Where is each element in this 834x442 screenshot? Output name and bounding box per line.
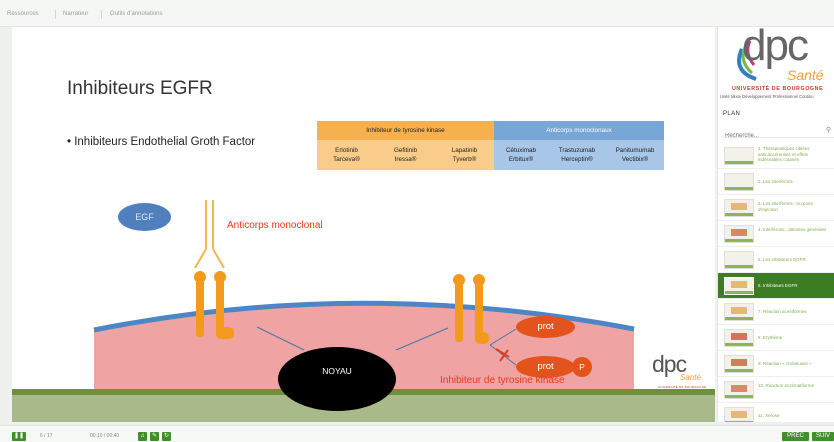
plan-item-thumbnail [724, 225, 754, 243]
volume-button[interactable]: ♫ [138, 432, 147, 441]
search-icon[interactable]: ⚲ [826, 126, 831, 134]
plan-item-thumbnail [724, 173, 754, 191]
sidebar: dpc Santé UNIVERSITÉ DE BOURGOGNE Unité … [717, 27, 834, 422]
nucleus: NOYAU [278, 347, 396, 411]
plan-item[interactable]: 4. Interférons : atteintes générales [718, 221, 834, 247]
antibody-arm [212, 248, 225, 269]
tab-divider [101, 10, 102, 19]
plan-item[interactable]: 5. Les inhibiteurs EGFR [718, 247, 834, 273]
pause-icon: ❚❚ [13, 433, 25, 439]
brand-logo: dpc Santé UNIVERSITÉ DE BOURGOGNE Unité … [718, 27, 834, 105]
time-readout: 00:10 / 00:40 [90, 433, 120, 439]
top-toolbar: Ressources Narrateur Outils d'annotation… [0, 0, 834, 27]
plan-item[interactable]: 3. Les interférons : Au point d'injectio… [718, 195, 834, 221]
plan-item-thumbnail [724, 251, 754, 269]
prot-bubble: prot [516, 316, 575, 338]
search-input[interactable] [723, 131, 817, 141]
plan-item-label: 11. Xérose [758, 413, 780, 418]
inhibitor-label: Inhibiteur de tyrosine kinase [440, 375, 565, 386]
search-box: ⚲ [723, 124, 834, 141]
nucleus-label: NOYAU [322, 366, 352, 376]
plan-item[interactable]: 2. Les interférons [718, 169, 834, 195]
replay-icon: ↻ [163, 433, 170, 439]
plan-item-thumbnail [724, 147, 754, 165]
plan-item-thumbnail [724, 199, 754, 217]
plan-item-label: 3. Les interférons : Au point d'injectio… [758, 201, 813, 212]
subtitles-icon: ✎ [151, 433, 158, 439]
plan-item[interactable]: 11. Xérose [718, 403, 834, 422]
plan-item-thumbnail [724, 381, 754, 399]
anticorps-label: Anticorps monoclonal [227, 220, 323, 231]
plan-item-label: 4. Interférons : atteintes générales [758, 227, 827, 232]
plan-item-label: 6. Inhibiteurs EGFR [758, 283, 798, 288]
plan-item-thumbnail [724, 303, 754, 321]
plan-item[interactable]: 7. Réaction acnéiformes [718, 299, 834, 325]
logo-subtitle: Unité Mixte Développement Professionnel … [720, 94, 814, 99]
plan-item[interactable]: 8. Erythème [718, 325, 834, 351]
logo-dpc: dpc [742, 27, 809, 70]
subtitles-button[interactable]: ✎ [150, 432, 159, 441]
slide-logo: dpc Santé UNIVERSITÉ DE BOURGOGNE [648, 351, 710, 401]
plan-item-label: 9. Réaction « croûteuses » [758, 361, 812, 366]
plan-item-label: 10. Réaction eczématiforme [758, 383, 815, 388]
antibody-arm [194, 248, 207, 269]
slide-logo-ub: UNIVERSITÉ DE BOURGOGNE [658, 385, 707, 389]
plan-item[interactable]: 10. Réaction eczématiforme [718, 377, 834, 403]
plan-item-label: 5. Les inhibiteurs EGFR [758, 257, 806, 262]
plan-item[interactable]: 1. Thérapeutiques ciblées anticancéreuse… [718, 143, 834, 169]
prev-button[interactable]: PRÉC [782, 432, 809, 441]
plan-item-thumbnail [724, 329, 754, 347]
plan-item[interactable]: 9. Réaction « croûteuses » [718, 351, 834, 377]
slide-logo-sante: Santé [680, 373, 701, 382]
tab-divider [55, 10, 56, 19]
plan-item-active[interactable]: 6. Inhibiteurs EGFR [718, 273, 834, 299]
logo-university: UNIVERSITÉ DE BOURGOGNE [732, 86, 824, 92]
slide-counter: 6 / 17 [40, 433, 53, 439]
pause-button[interactable]: ❚❚ [12, 432, 26, 441]
volume-icon: ♫ [140, 433, 145, 439]
plan-heading: PLAN [723, 111, 741, 117]
phosphate-circle: P [572, 357, 592, 377]
plan-item-label: 8. Erythème [758, 335, 783, 340]
playback-bar: ❚❚ 6 / 17 00:10 / 00:40 ♫ ✎ ↻ PRÉC SUIV [0, 425, 834, 442]
tab-narrateur[interactable]: Narrateur [63, 11, 88, 17]
plan-item-label: 1. Thérapeutiques ciblées anticancéreuse… [758, 146, 810, 162]
tab-ressources[interactable]: Ressources [7, 11, 39, 17]
plan-item-label: 2. Les interférons [758, 179, 793, 184]
plan-item-thumbnail [724, 407, 754, 422]
egf-ligand: EGF [118, 203, 171, 231]
logo-sante: Santé [787, 67, 824, 83]
plan-list: 1. Thérapeutiques ciblées anticancéreuse… [718, 143, 834, 422]
plan-item-thumbnail [724, 355, 754, 373]
slide-canvas: Inhibiteurs EGFR • Inhibiteurs Endotheli… [12, 27, 715, 422]
next-button[interactable]: SUIV [812, 432, 834, 441]
replay-button[interactable]: ↻ [162, 432, 171, 441]
plan-item-thumbnail [724, 277, 754, 295]
plan-item-label: 7. Réaction acnéiformes [758, 309, 807, 314]
tab-outils-annotations[interactable]: Outils d'annotations [110, 11, 163, 17]
